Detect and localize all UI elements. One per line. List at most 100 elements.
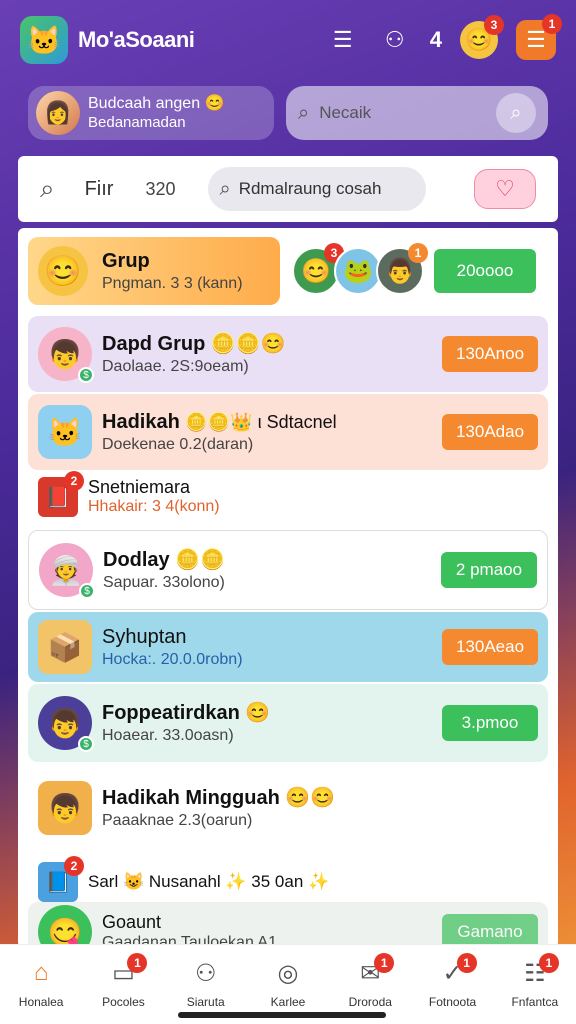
avatar: 😋 (38, 905, 92, 948)
featured-group-row: 😊 Grup Pngman. 3 3 (kann) 😊 3 🐸 👨 1 20oo… (28, 236, 548, 306)
favorite-button[interactable]: ♡ (474, 169, 536, 209)
nav-label: Honalea (18, 995, 64, 1009)
row-emoji: 🪙🪙👑 ι Sdtacnel (185, 411, 337, 432)
list-item[interactable]: 👦 $ Foppeatirdkan 😊 Hoaear. 33.0oasn) 3.p… (28, 684, 548, 762)
search-icon: ⌕ (298, 101, 310, 124)
search-input[interactable]: ⌕ Necaik ⌕ (286, 86, 548, 140)
avatar[interactable]: 🐸 (334, 247, 382, 295)
app-title: Mo'aSoaani (78, 27, 195, 52)
avatar: 👩 (36, 91, 80, 135)
row-button[interactable]: Gamano (442, 914, 538, 948)
filter-search-text: Rdmalraung cosah (238, 179, 382, 198)
check-icon: ✓ 1 (435, 953, 477, 989)
nav-label: Pocoles (102, 995, 145, 1009)
nav-label: Fotnoota (428, 995, 477, 1009)
book-icon: 📘 2 (38, 856, 84, 902)
nav-badge: 1 (456, 953, 477, 973)
row-button[interactable]: 130Adao (442, 414, 538, 450)
nav-label: Fnfantca (511, 995, 559, 1009)
list-item[interactable]: 📦 Syhuptan Hocka:. 20.0.0robn) 130Aeao (28, 612, 548, 682)
row-name: Hadikah Mingguah (102, 786, 280, 809)
search-icon[interactable]: ⌕ (40, 173, 55, 205)
nav-label: Siaruta (186, 995, 225, 1009)
nav-label: Droroda (348, 995, 392, 1009)
book-icon: 📕 2 (38, 471, 84, 517)
row-button[interactable]: 2 pmaoo (441, 552, 537, 588)
row-button[interactable]: 3.pmoo (442, 705, 538, 741)
list-item[interactable]: 👦 Hadikah Mingguah 😊😊 Paaaknae 2.3(oarun… (28, 768, 548, 848)
avatar: 👦 (38, 781, 92, 835)
menu-badge: 1 (542, 14, 562, 34)
top-bar: 🐱 Mo'aSoaani ☰ ⚇ 4 😊 3 ☰ 1 (0, 0, 576, 80)
list-icon[interactable]: ☰ (326, 23, 360, 57)
row-subtitle: Sapuar. 33olono) (103, 573, 225, 591)
book-icon: 📦 (38, 620, 92, 674)
nav-item-settings[interactable]: ☷ 1 Fnfantca (500, 953, 570, 1009)
nav-item-cards[interactable]: ▭ 1 Pocoles (88, 953, 158, 1009)
menu-icon[interactable]: ☰ 1 (516, 14, 562, 60)
nav-item-profile[interactable]: ⚇ Siaruta (171, 957, 241, 1010)
row-subtitle: Hocka:. 20.0.0robn) (102, 650, 243, 668)
row-name: Goaunt (102, 911, 162, 932)
user-icon[interactable]: ⚇ (378, 23, 412, 57)
row-badge: 2 (64, 856, 84, 876)
row-subtitle: Daolaae. 2S:9oeam) (102, 357, 249, 375)
profile-subtitle: Bedanamadan (88, 113, 186, 131)
row-name: Syhuptan (102, 625, 187, 648)
nav-item-security[interactable]: ◎ Karlee (253, 957, 323, 1010)
list-item[interactable]: 🐱 Hadikah 🪙🪙👑 ι Sdtacnel Doekenae 0.2(da… (28, 394, 548, 470)
list-item[interactable]: 👳 $ Dodlay 🪙🪙 Sapuar. 33olono) 2 pmaoo (28, 530, 548, 610)
row-emoji: 🪙🪙😊 (210, 332, 286, 355)
settings-icon: ☷ 1 (517, 953, 559, 989)
avatar[interactable]: 👨 1 (376, 243, 428, 295)
row-emoji: 😊😊 (285, 786, 336, 809)
search-button[interactable]: ⌕ (496, 93, 536, 133)
profile-name: Budcaah angen (88, 95, 201, 113)
search-icon: ⌕ (219, 177, 231, 200)
profile-row: 👩 Budcaah angen 😊 Bedanamadan ⌕ Necaik ⌕ (28, 86, 548, 140)
avatar: 👳 $ (39, 543, 95, 599)
featured-group-button[interactable]: 20oooo (434, 249, 536, 293)
profile-text: Budcaah angen 😊 Bedanamadan (88, 94, 224, 131)
row-name: Hadikah (102, 410, 180, 433)
row-emoji: 😺 Nusanahl ✨ 35 0an ✨ (122, 872, 330, 892)
featured-group-card[interactable]: 😊 Grup Pngman. 3 3 (kann) (28, 237, 280, 305)
nav-item-tasks[interactable]: ✓ 1 Fotnoota (418, 953, 488, 1009)
emoji-reward-icon[interactable]: 😊 3 (460, 15, 504, 59)
nav-badge: 1 (374, 953, 395, 973)
list-item[interactable]: 👦 $ Dapd Grup 🪙🪙😊 Daolaae. 2S:9oeam) 130A… (28, 316, 548, 392)
nav-label: Karlee (270, 995, 306, 1009)
person-icon: ⚇ (194, 959, 217, 987)
avatar[interactable]: 😊 3 (292, 243, 344, 295)
featured-group-title: Grup (102, 249, 150, 272)
row-name: Dapd Grup (102, 332, 206, 355)
list-item[interactable]: 😋 Goaunt Gaadanan Tauloekan A1 Gamano (28, 902, 548, 948)
row-emoji: 🪙🪙 (175, 548, 226, 571)
featured-group-subtitle: Pngman. 3 3 (kann) (102, 274, 243, 292)
nav-badge: 1 (538, 953, 559, 973)
row-name: Dodlay (103, 548, 170, 571)
search-placeholder: Necaik (319, 103, 372, 122)
row-emoji: 😊 (245, 701, 271, 724)
row-name: Foppeatirdkan (102, 701, 240, 724)
row-name: Sarl (88, 872, 119, 892)
avatar-badge: 1 (408, 243, 428, 263)
app-logo[interactable]: 🐱 (20, 16, 68, 64)
filter-search-input[interactable]: ⌕ Rdmalraung cosah (207, 167, 426, 211)
row-name: Snetniemara (88, 477, 191, 498)
emoji-badge: 3 (484, 15, 504, 35)
profile-card[interactable]: 👩 Budcaah angen 😊 Bedanamadan (28, 86, 274, 140)
home-indicator (178, 1012, 386, 1018)
filter-label[interactable]: Fiır (85, 178, 114, 201)
avatar: 👦 $ (38, 327, 94, 383)
group-emoji-icon: 😊 (38, 246, 88, 296)
row-button[interactable]: 130Anoo (442, 336, 538, 372)
row-button[interactable]: 130Aeao (442, 629, 538, 665)
list-item[interactable]: 📕 2 Snetniemara Hhakair: 3 4(konn) (28, 471, 548, 522)
member-avatars: 😊 3 🐸 👨 1 (292, 243, 428, 295)
nav-item-home[interactable]: ⌂ Honalea (6, 957, 76, 1009)
shield-icon: ◎ (277, 959, 299, 987)
filter-count: 320 (145, 178, 176, 199)
home-icon: ⌂ (33, 959, 49, 986)
nav-item-mail[interactable]: ✉ 1 Droroda (335, 953, 405, 1009)
